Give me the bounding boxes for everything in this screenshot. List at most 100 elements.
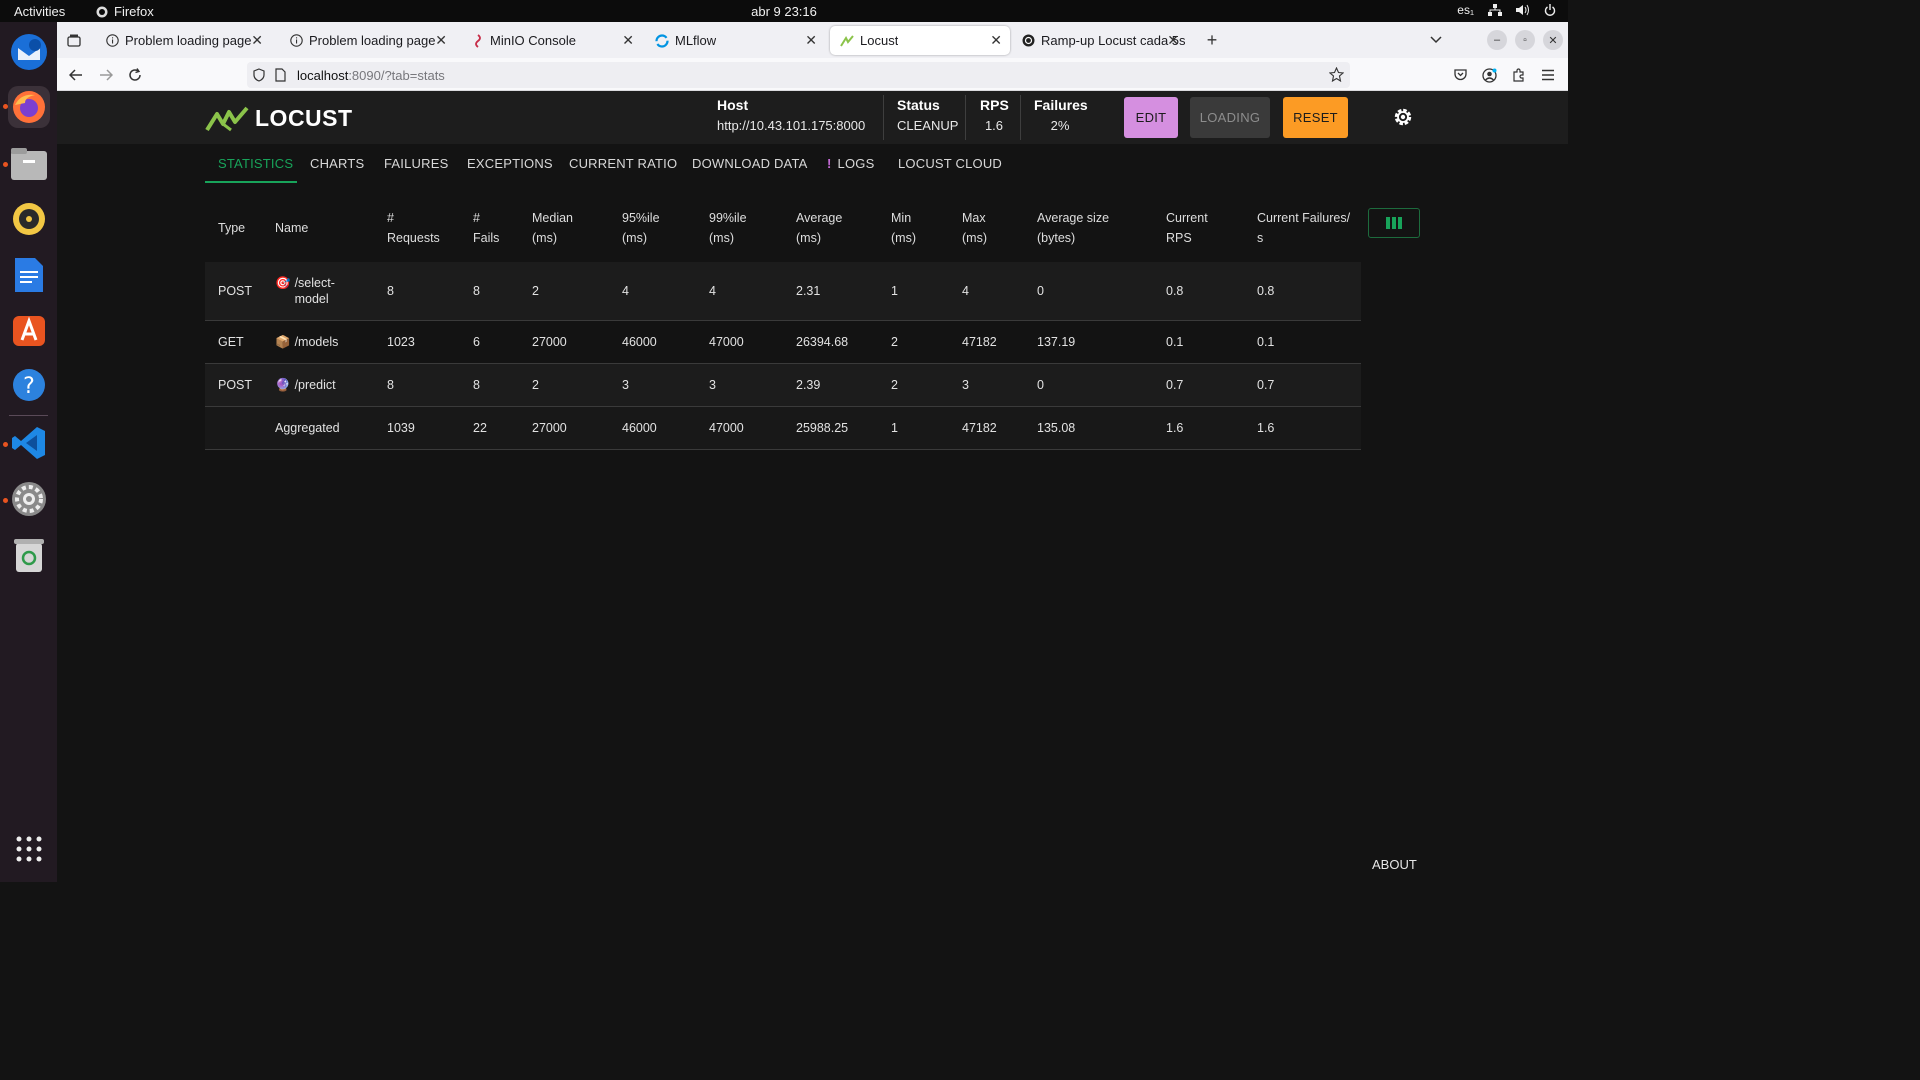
browser-nav-bar: localhost:8090/?tab=stats	[57, 58, 1568, 91]
col-header-p99[interactable]: 99%ile (ms)	[709, 208, 747, 248]
col-header-average-size[interactable]: Average size (bytes)	[1037, 208, 1109, 248]
tab-failures[interactable]: FAILURES	[384, 156, 448, 171]
pocket-button[interactable]	[1449, 64, 1471, 86]
dock-help[interactable]: ?	[8, 364, 50, 406]
tab-exceptions[interactable]: EXCEPTIONS	[467, 156, 553, 171]
tab-close-icon[interactable]: ✕	[622, 32, 634, 49]
rps-value: 1.6	[984, 118, 1004, 133]
dock-thunderbird[interactable]	[8, 31, 50, 73]
cell-current-failures: 1.6	[1257, 421, 1275, 435]
app-name: Firefox	[114, 4, 154, 19]
tab-title: MinIO Console	[490, 33, 576, 48]
col-header-current-rps[interactable]: Current RPS	[1166, 208, 1208, 248]
dock-settings[interactable]	[8, 478, 50, 520]
close-window-button[interactable]: ✕	[1543, 30, 1563, 50]
edit-button[interactable]: EDIT	[1124, 97, 1178, 138]
tab-current-ratio[interactable]: CURRENT RATIO	[569, 156, 677, 171]
dock-rhythmbox[interactable]	[8, 198, 50, 240]
col-header-current-failures[interactable]: Current Failures/s	[1257, 208, 1350, 248]
maximize-button[interactable]: ▫	[1515, 30, 1535, 50]
browser-tab[interactable]: Problem loading page ✕	[96, 26, 271, 55]
dock-app-center[interactable]	[8, 309, 50, 351]
locust-logo[interactable]: LOCUST	[205, 105, 353, 132]
col-header-type[interactable]: Type	[218, 218, 245, 238]
url-bar[interactable]: localhost:8090/?tab=stats	[247, 62, 1350, 88]
menu-button[interactable]	[1537, 64, 1559, 86]
language-indicator[interactable]: es₁	[1457, 3, 1474, 17]
cell-current-rps: 0.7	[1166, 378, 1184, 392]
minimize-button[interactable]: –	[1487, 30, 1507, 50]
app-menu[interactable]: Firefox	[96, 4, 154, 19]
tab-overview-button[interactable]	[63, 29, 85, 51]
info-icon	[106, 34, 119, 47]
tab-close-icon[interactable]: ✕	[251, 32, 263, 49]
browser-tab[interactable]: MinIO Console ✕	[462, 26, 642, 55]
active-tab-indicator	[205, 181, 297, 183]
browser-tab[interactable]: Ramp-up Locust cada 5s ✕	[1012, 26, 1187, 55]
table-row: POST 🎯/select-model 8 8 2 4 4 2.31 1 4 0…	[205, 262, 1361, 321]
list-all-tabs-button[interactable]	[1425, 29, 1447, 51]
tab-locust-cloud[interactable]: LOCUST CLOUD	[898, 156, 1002, 171]
col-header-name[interactable]: Name	[275, 218, 308, 238]
col-header-median[interactable]: Median (ms)	[532, 208, 573, 248]
header-divider	[883, 95, 884, 140]
url-host: localhost	[297, 67, 349, 83]
tab-charts[interactable]: CHARTS	[310, 156, 364, 171]
column-selector-button[interactable]	[1368, 208, 1420, 238]
new-tab-button[interactable]: +	[1201, 29, 1223, 51]
cell-max: 3	[962, 378, 969, 392]
cell-current-failures: 0.1	[1257, 335, 1275, 349]
cell-requests: 1039	[387, 421, 415, 435]
activities-button[interactable]: Activities	[14, 4, 65, 19]
tab-close-icon[interactable]: ✕	[990, 32, 1002, 49]
cell-min: 2	[891, 335, 898, 349]
system-tray[interactable]: es₁	[1457, 3, 1556, 17]
cell-min: 2	[891, 378, 898, 392]
account-button[interactable]	[1478, 64, 1500, 86]
dock-files[interactable]	[8, 143, 50, 185]
failures-label: Failures	[1034, 97, 1088, 113]
col-header-min[interactable]: Min (ms)	[891, 208, 916, 248]
header-divider	[965, 95, 966, 140]
cell-average: 26394.68	[796, 335, 849, 349]
col-header-requests[interactable]: # Requests	[387, 208, 440, 248]
reload-button[interactable]	[124, 64, 146, 86]
clock[interactable]: abr 9 23:16	[0, 4, 1568, 19]
bookmark-star-icon[interactable]	[1329, 67, 1344, 82]
cell-average-size: 137.19	[1037, 335, 1076, 349]
theme-settings-button[interactable]	[1393, 107, 1413, 132]
extensions-button[interactable]	[1508, 64, 1530, 86]
about-link[interactable]: ABOUT	[1372, 857, 1417, 872]
dock-writer[interactable]	[8, 254, 50, 296]
col-header-fails[interactable]: # Fails	[473, 208, 499, 248]
tab-logs-label: LOGS	[837, 156, 875, 171]
host-stat: Host http://10.43.101.175:8000	[717, 97, 865, 133]
browser-tab-active[interactable]: Locust ✕	[830, 26, 1010, 55]
col-header-max[interactable]: Max (ms)	[962, 208, 987, 248]
cell-current-rps: 1.6	[1166, 421, 1184, 435]
dock-trash[interactable]	[8, 534, 50, 576]
tab-close-icon[interactable]: ✕	[1167, 32, 1179, 49]
volume-icon	[1516, 4, 1529, 16]
tab-download-data[interactable]: DOWNLOAD DATA	[692, 156, 808, 171]
tab-close-icon[interactable]: ✕	[805, 32, 817, 49]
loading-button[interactable]: LOADING	[1190, 97, 1270, 138]
thunderbird-icon	[11, 34, 47, 70]
tab-logs[interactable]: ! LOGS	[827, 156, 874, 171]
dock-vscode[interactable]	[8, 422, 50, 464]
col-header-p95[interactable]: 95%ile (ms)	[622, 208, 660, 248]
dock-firefox[interactable]	[8, 86, 50, 128]
reset-button[interactable]: RESET	[1283, 97, 1348, 138]
browser-tab-strip: Problem loading page ✕ Problem loading p…	[57, 22, 1568, 58]
browser-tab[interactable]: MLflow ✕	[645, 26, 825, 55]
browser-tab[interactable]: Problem loading page ✕	[280, 26, 455, 55]
network-icon	[1488, 4, 1502, 16]
tab-close-icon[interactable]: ✕	[435, 32, 447, 49]
cell-median: 27000	[532, 421, 567, 435]
back-button[interactable]	[65, 64, 87, 86]
col-header-average[interactable]: Average (ms)	[796, 208, 842, 248]
forward-button[interactable]	[95, 64, 117, 86]
show-apps-button[interactable]	[8, 828, 50, 870]
tab-title: Ramp-up Locust cada 5s	[1041, 33, 1186, 48]
tab-statistics[interactable]: STATISTICS	[218, 156, 293, 171]
